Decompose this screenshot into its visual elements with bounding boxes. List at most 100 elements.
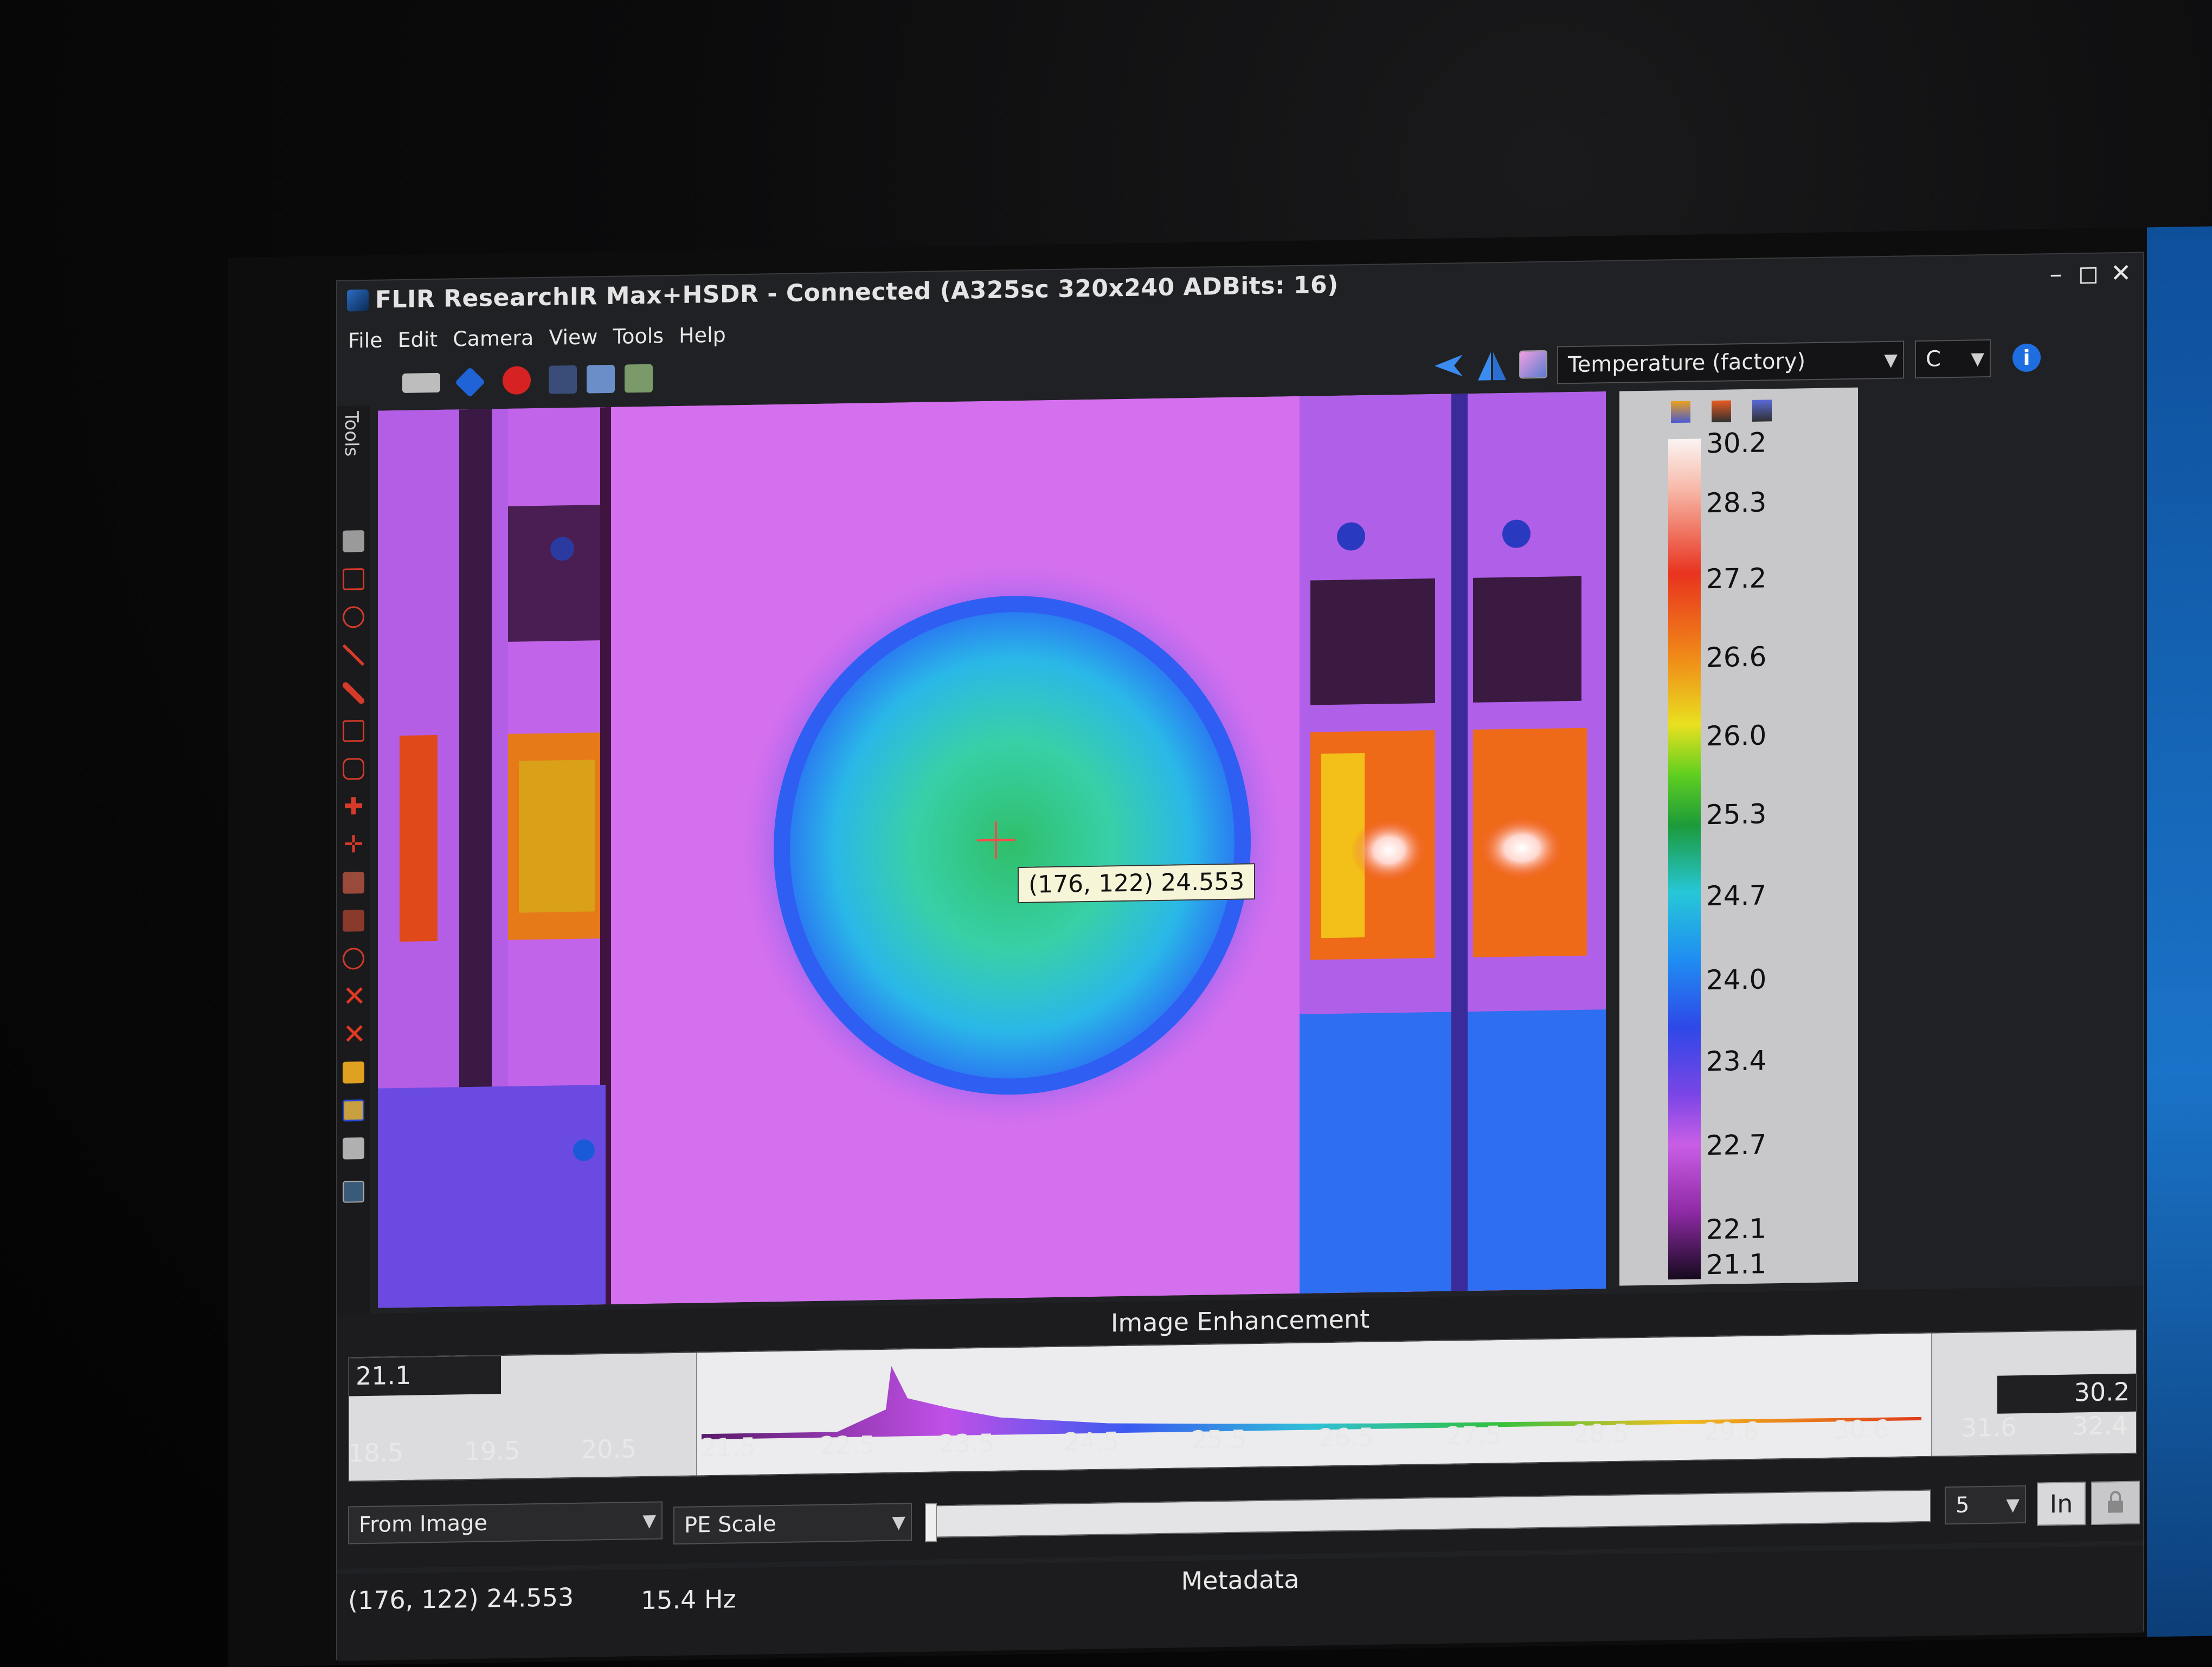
scale-label: 26.6 [1706,641,1767,674]
scale-label: 26.0 [1706,719,1767,752]
lock-icon[interactable] [2091,1481,2140,1526]
desktop-edge [2147,226,2212,1637]
close-button[interactable]: ✕ [2105,258,2137,288]
histogram-max-value[interactable]: 30.2 [1997,1373,2136,1414]
in-button[interactable]: In [2037,1482,2086,1526]
minimize-button[interactable]: – [2040,259,2072,289]
monitor-bezel: FLIR ResearchIR Max+HSDR - Connected (A3… [228,226,2212,1667]
image-enhancement-panel: Image Enhancement 21.1 30.2 18.5 19.5 20… [337,1285,2143,1569]
scale-label: 30.2 [1706,427,1767,460]
info-icon[interactable]: i [2012,343,2041,372]
histogram-tick: 23.5 [939,1428,995,1459]
histogram-tick: 25.5 [1191,1424,1247,1455]
app-logo-icon [347,289,369,312]
histogram-tick: 31.6 [1961,1412,2017,1443]
measurement-mode-value: Temperature (factory) [1568,349,1806,378]
spot-marker-icon[interactable]: ✛ [343,831,364,859]
measurement-mode-dropdown[interactable]: Temperature (factory) ▼ [1557,340,1904,384]
histogram-tick: 24.5 [1064,1426,1120,1457]
menu-help[interactable]: Help [679,323,726,347]
menu-edit[interactable]: Edit [398,327,438,352]
scale-min-icon[interactable] [1752,400,1772,422]
cursor-status: (176, 122) 24.553 [348,1582,574,1615]
menu-tools[interactable]: Tools [613,324,664,348]
histogram-tick: 28.5 [1573,1418,1629,1449]
histogram-tick: 20.5 [581,1434,637,1464]
freeform-tool-icon[interactable] [343,758,364,780]
enhancement-slider[interactable] [925,1489,1931,1542]
delete-roi-icon[interactable]: ✕ [343,980,366,1013]
record-icon[interactable] [503,366,531,395]
tools-panel: Tools ✚ ✛ ✕ ✕ [337,405,370,1409]
histogram-tick: 29.6 [1703,1416,1759,1447]
image-icon[interactable] [587,364,615,394]
snapshot-icon[interactable] [549,365,577,394]
scale-label: 27.2 [1706,562,1767,595]
histogram-tick: 21.5 [700,1432,756,1463]
scale-label: 22.1 [1706,1213,1767,1246]
line-tool-icon[interactable] [343,644,364,666]
step-value: 5 [1956,1492,1970,1518]
circle-tool-icon[interactable] [343,948,364,970]
ellipse-tool-icon[interactable] [343,606,364,628]
polyline-tool-icon[interactable] [343,682,364,704]
unit-dropdown[interactable]: C ▼ [1915,339,1991,379]
delete-all-roi-icon[interactable]: ✕ [343,1018,366,1051]
pointer-tool-icon[interactable] [343,530,364,552]
polygon-tool-icon[interactable] [343,720,364,742]
title-bar[interactable]: FLIR ResearchIR Max+HSDR - Connected (A3… [337,253,2143,319]
thermal-image [378,391,1606,1308]
open-folder-icon[interactable] [343,1061,364,1084]
frame-rate: 15.4 Hz [641,1584,736,1615]
menu-file[interactable]: File [348,329,383,353]
chevron-down-icon: ▼ [1884,349,1898,371]
connect-icon[interactable] [454,366,486,398]
step-dropdown[interactable]: 5 ▼ [1945,1485,2026,1525]
histogram-tick: 30.6 [1834,1414,1889,1445]
histogram-tick: 22.5 [820,1430,876,1460]
thermal-image-view[interactable]: (176, 122) 24.553 [378,391,1606,1308]
flip-icon[interactable] [1476,351,1506,381]
cursor-readout-tooltip: (176, 122) 24.553 [1018,863,1256,904]
app-window: FLIR ResearchIR Max+HSDR - Connected (A3… [336,252,2144,1661]
histogram-tick: 19.5 [465,1436,520,1466]
scale-label: 21.1 [1706,1248,1767,1281]
play-back-icon[interactable] [1432,351,1463,380]
cursor-crosshair-vertical [995,821,997,859]
range-source-dropdown[interactable]: From Image ▼ [348,1501,663,1544]
export-icon[interactable] [625,364,653,393]
photo-background: FLIR ResearchIR Max+HSDR - Connected (A3… [0,0,2212,1667]
scale-label: 22.7 [1706,1129,1767,1162]
scale-label: 23.4 [1706,1045,1767,1078]
unit-value: C [1926,346,1941,372]
chevron-down-icon: ▼ [892,1511,905,1533]
visibility-icon[interactable] [343,1181,364,1203]
chevron-down-icon: ▼ [1971,348,1984,369]
import-roi-icon[interactable] [343,1099,364,1122]
spot-tool-icon[interactable]: ✚ [343,793,364,821]
scale-label: 25.3 [1706,798,1767,831]
scale-auto-icon[interactable] [1671,401,1690,423]
profile-tool-icon[interactable] [343,910,364,932]
histogram-tick: 26.5 [1319,1422,1374,1453]
maximize-button[interactable]: ◻ [2072,258,2105,289]
save-icon[interactable] [343,1137,364,1160]
scale-label: 28.3 [1706,486,1767,519]
chevron-down-icon: ▼ [642,1510,656,1531]
range-source-value: From Image [359,1510,488,1538]
slider-thumb[interactable] [925,1503,937,1542]
rectangle-tool-icon[interactable] [343,568,364,590]
menu-bar: File Edit Camera View Tools Help [348,319,726,357]
histogram-min-value[interactable]: 21.1 [349,1356,501,1396]
scale-max-icon[interactable] [1712,400,1731,423]
scale-label: 24.7 [1706,879,1767,912]
menu-camera[interactable]: Camera [453,326,533,351]
histogram-tick: 27.5 [1446,1420,1502,1451]
scale-label: 24.0 [1706,963,1767,996]
histogram-tick: 32.4 [2072,1410,2128,1441]
scale-mode-dropdown[interactable]: PE Scale ▼ [673,1503,912,1545]
camera-select-icon[interactable] [402,372,440,393]
delta-tool-icon[interactable] [343,872,364,894]
palette-icon[interactable] [1519,350,1547,379]
menu-view[interactable]: View [549,325,597,349]
